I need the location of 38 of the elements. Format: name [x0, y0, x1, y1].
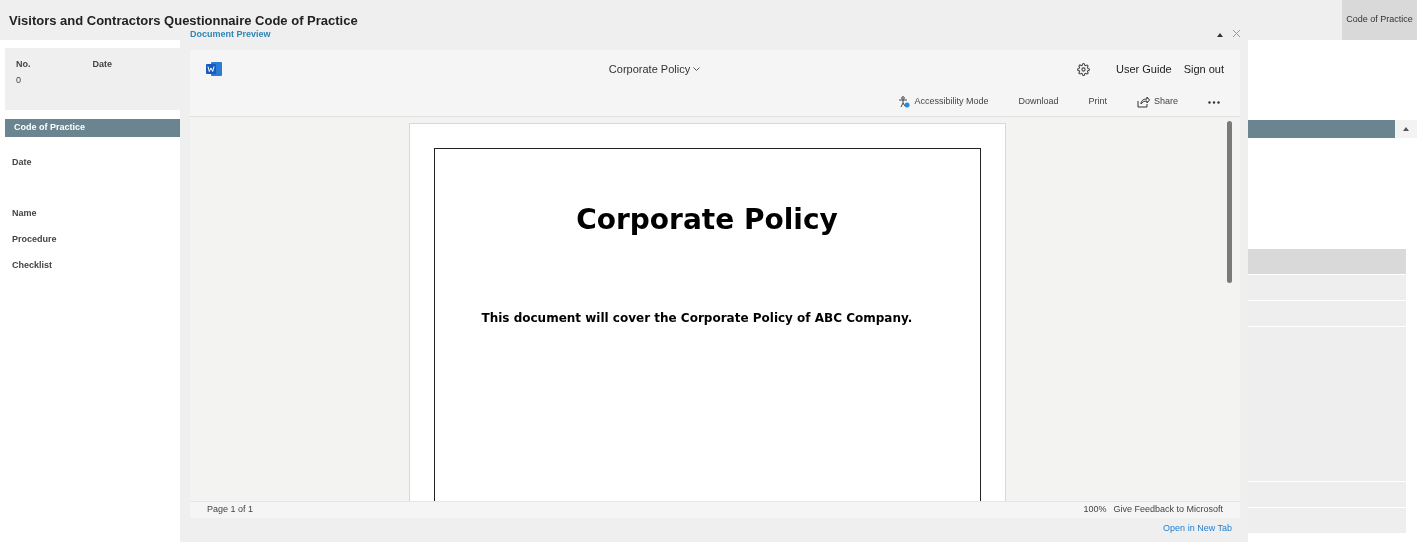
- minimize-button[interactable]: [1217, 33, 1223, 37]
- scrollbar-thumb[interactable]: [1227, 121, 1232, 283]
- field-label: Procedure: [12, 234, 57, 244]
- field-label: Name: [12, 208, 37, 218]
- share-icon: [1136, 96, 1150, 108]
- feedback-link[interactable]: Give Feedback to Microsoft: [1113, 503, 1223, 517]
- toolbar-button[interactable]: Print: [1088, 95, 1107, 109]
- document-heading: Corporate Policy: [575, 202, 839, 238]
- zoom-level: 100%: [1083, 503, 1107, 517]
- caret-up-icon: [1217, 33, 1223, 37]
- header-link[interactable]: Sign out: [1183, 60, 1224, 78]
- settings-icon: [1077, 62, 1090, 76]
- document-name-dropdown[interactable]: Corporate Policy: [608, 60, 701, 78]
- collapse-button[interactable]: [1395, 120, 1417, 138]
- info-value: 0: [16, 73, 22, 87]
- open-new-tab-link[interactable]: Open in New Tab: [1163, 522, 1232, 536]
- accessibility-icon: [898, 96, 911, 108]
- page-title: Visitors and Contractors Questionnaire Code of Practice: [9, 13, 358, 28]
- toolbar-button[interactable]: Accessibility Mode: [898, 95, 989, 109]
- side-tab[interactable]: Code of Practice: [1342, 0, 1417, 40]
- chevron-down-icon: [693, 67, 701, 71]
- dialog-title: Document Preview: [190, 28, 271, 41]
- document-body: This document will cover the Corporate Policy of ABC Company.: [481, 310, 914, 327]
- more-icon: [1208, 100, 1220, 104]
- toolbar-button[interactable]: Download: [1018, 95, 1059, 109]
- caret-up-icon: [1403, 127, 1409, 131]
- section-title: Code of Practice: [14, 121, 86, 135]
- field-label: Checklist: [12, 260, 53, 270]
- more-options-button[interactable]: [1208, 100, 1220, 104]
- word-app-icon: [206, 62, 222, 76]
- info-label: Date: [92, 58, 113, 71]
- settings-button[interactable]: [1077, 62, 1090, 76]
- field-label: Date: [12, 157, 32, 167]
- info-label: No.: [16, 58, 32, 71]
- close-icon: [1233, 30, 1240, 37]
- toolbar-button[interactable]: Share: [1136, 95, 1178, 109]
- header-link[interactable]: User Guide: [1116, 60, 1172, 78]
- page-count: Page 1 of 1: [207, 503, 254, 517]
